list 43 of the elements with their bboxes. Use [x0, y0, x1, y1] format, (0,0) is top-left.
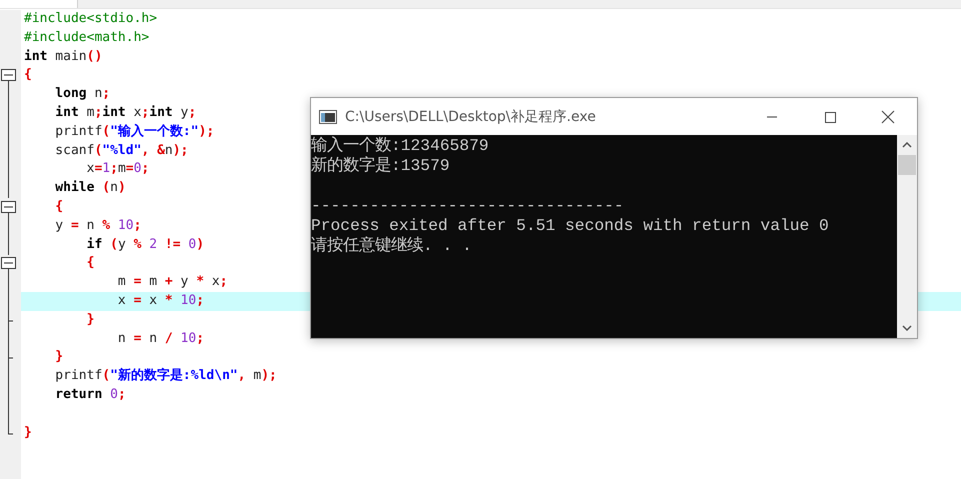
code-line: n = n / 10; [116, 330, 204, 346]
code-line: #include<stdio.h> [24, 11, 158, 26]
fold-marker-icon[interactable] [1, 257, 16, 274]
code-line: y = n % 10; [54, 218, 142, 233]
code-line: if (y % 2 != 0) [86, 236, 204, 252]
scrollbar[interactable] [897, 135, 917, 338]
maximize-icon [824, 110, 836, 122]
code-line: int m;int x;int y; [54, 104, 196, 120]
code-line: while (n) [54, 180, 126, 196]
code-line: } [86, 312, 94, 327]
console-output: 输入一个数:123465879 [311, 136, 490, 156]
fold-end-icon [8, 348, 14, 368]
editor-tab[interactable] [0, 0, 78, 8]
code-line: x=1;m=0; [86, 161, 150, 176]
fold-end-icon [8, 310, 14, 330]
separator-line: -------------------------------- [311, 196, 625, 216]
code-line: long n; [54, 86, 110, 102]
code-line: printf("输入一个数:"); [54, 124, 214, 139]
code-line: { [86, 255, 94, 270]
console-output: 请按任意键继续. . . [311, 236, 473, 256]
console-app-icon [319, 110, 337, 124]
code-line: { [24, 67, 32, 82]
fold-line [8, 330, 9, 349]
console-output: Process exited after 5.51 seconds with return value 0 [311, 216, 830, 236]
console-output: 新的数字是:13579 [311, 156, 451, 176]
code-line: x = x * 10; [116, 292, 204, 308]
code-line: } [54, 349, 64, 364]
code-line: printf("新的数字是:%ld\n", m); [54, 368, 277, 384]
fold-marker-icon[interactable] [1, 200, 16, 217]
window-title: C:\Users\DELL\Desktop\补足程序.exe [345, 108, 596, 126]
code-line: m = m + y * x; [116, 274, 228, 290]
code-line: int main() [24, 48, 102, 64]
code-line: { [54, 198, 64, 214]
fold-end-icon [8, 424, 14, 434]
scroll-up-icon[interactable] [902, 142, 912, 148]
scroll-down-icon[interactable] [902, 325, 912, 331]
code-line: #include<math.h> [24, 30, 150, 45]
code-line: return 0; [54, 386, 126, 402]
fold-marker-icon[interactable] [1, 69, 16, 86]
code-line: scanf("%ld", &n); [54, 142, 188, 158]
code-line: } [24, 424, 32, 440]
scroll-thumb[interactable] [898, 155, 916, 175]
close-icon [881, 110, 895, 124]
